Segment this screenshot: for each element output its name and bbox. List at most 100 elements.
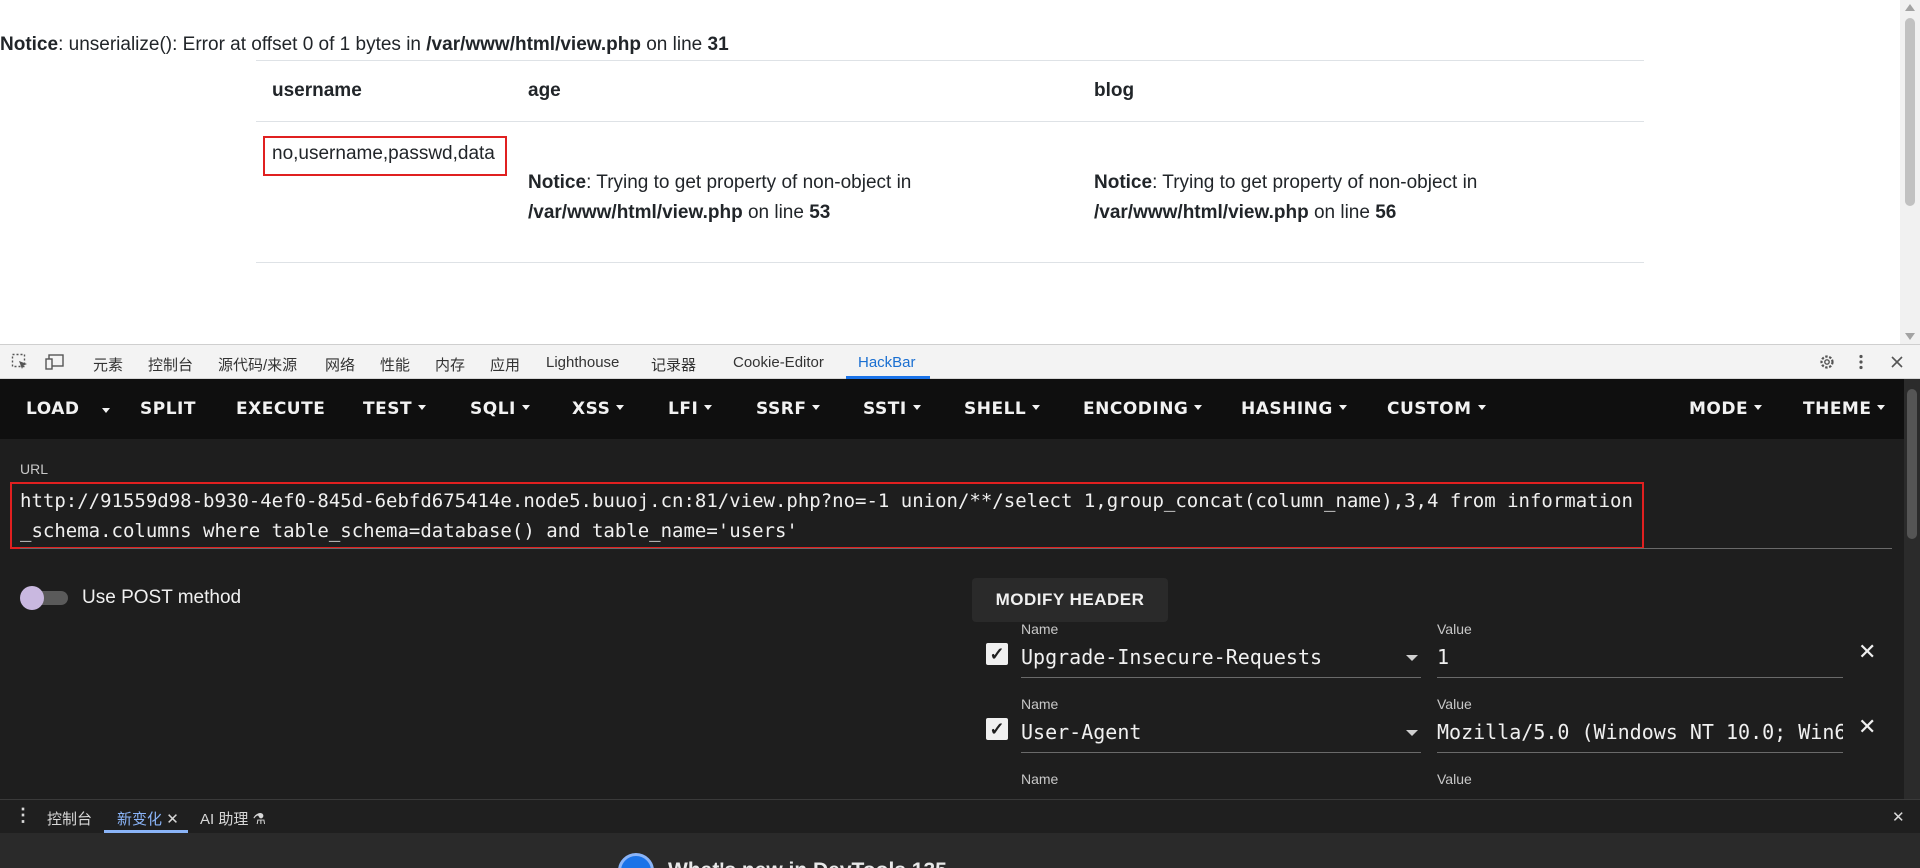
header-name-label: Name xyxy=(1021,621,1059,637)
chevron-down-icon xyxy=(1877,404,1886,410)
age-cell: Notice: Trying to get property of non-ob… xyxy=(528,168,1008,228)
header-row: ✓ Name Upgrade-Insecure-Requests Value 1… xyxy=(0,621,1920,699)
drawer-tab-ai-assistant[interactable]: AI 助理 ⚗ xyxy=(200,808,266,829)
header-name-label: Name xyxy=(1021,696,1059,712)
tab-application[interactable]: 应用 xyxy=(490,354,520,375)
top-notice: Notice: unserialize(): Error at offset 0… xyxy=(0,34,729,56)
chevron-down-icon[interactable] xyxy=(1406,655,1418,661)
theme-menu[interactable]: THEME xyxy=(1803,399,1886,419)
drawer-tab-console[interactable]: 控制台 xyxy=(47,808,92,829)
tab-console[interactable]: 控制台 xyxy=(148,354,193,375)
tab-lighthouse[interactable]: Lighthouse xyxy=(546,354,619,371)
tab-hackbar[interactable]: HackBar xyxy=(858,354,916,371)
age-notice-path: /var/www/html/view.php xyxy=(528,202,743,223)
inspect-element-icon[interactable] xyxy=(11,353,29,371)
tab-network[interactable]: 网络 xyxy=(325,354,355,375)
settings-gear-icon[interactable] xyxy=(1818,353,1836,371)
modify-header-button[interactable]: MODIFY HEADER xyxy=(972,578,1168,622)
close-drawer-icon[interactable]: ✕ xyxy=(1892,808,1905,826)
load-button[interactable]: LOAD xyxy=(26,399,80,419)
ssti-menu[interactable]: SSTI xyxy=(863,399,921,419)
close-tab-icon[interactable]: ✕ xyxy=(166,811,179,828)
test-menu[interactable]: TEST xyxy=(363,399,427,419)
url-input-underline xyxy=(20,548,1892,549)
chevron-down-icon[interactable] xyxy=(1406,730,1418,736)
chevron-down-icon xyxy=(912,404,921,410)
execute-button[interactable]: EXECUTE xyxy=(236,399,325,419)
tab-performance[interactable]: 性能 xyxy=(380,354,410,375)
page-scrollbar[interactable] xyxy=(1900,0,1920,344)
more-options-icon[interactable] xyxy=(1852,353,1870,371)
tab-memory[interactable]: 内存 xyxy=(435,354,465,375)
xss-menu[interactable]: XSS xyxy=(572,399,625,419)
remove-header-close-icon[interactable]: ✕ xyxy=(1858,714,1876,740)
header-username: username xyxy=(272,80,362,101)
test-menu-label: TEST xyxy=(363,399,413,419)
header-value-input[interactable]: 1 xyxy=(1437,645,1843,669)
header-name-input[interactable]: Upgrade-Insecure-Requests xyxy=(1021,645,1421,669)
chevron-down-icon xyxy=(521,404,530,410)
scroll-down-icon[interactable] xyxy=(1905,333,1915,340)
table-top-border xyxy=(256,60,1644,61)
blog-notice-on-line: on line xyxy=(1308,202,1376,223)
custom-menu[interactable]: CUSTOM xyxy=(1387,399,1486,419)
hackbar-scroll-thumb[interactable] xyxy=(1907,389,1917,539)
shell-menu[interactable]: SHELL xyxy=(964,399,1041,419)
encoding-menu[interactable]: ENCODING xyxy=(1083,399,1203,419)
chevron-down-icon xyxy=(1032,404,1041,410)
blog-notice-path: /var/www/html/view.php xyxy=(1094,202,1309,223)
split-button[interactable]: SPLIT xyxy=(140,399,196,419)
toggle-knob xyxy=(20,586,44,610)
chevron-down-icon xyxy=(1194,404,1203,410)
tab-elements[interactable]: 元素 xyxy=(93,354,123,375)
drawer-tab-whats-new[interactable]: 新变化 ✕ xyxy=(117,808,179,829)
load-dropdown-icon[interactable] xyxy=(102,408,110,413)
header-value-label: Value xyxy=(1437,621,1472,637)
remove-header-close-icon[interactable]: ✕ xyxy=(1858,639,1876,665)
drawer-menu-icon[interactable]: ⋮ xyxy=(14,805,32,826)
age-notice-line: 53 xyxy=(809,202,831,223)
notice-path: /var/www/html/view.php xyxy=(426,34,641,55)
chevron-down-icon xyxy=(1477,404,1486,410)
age-notice-on-line: on line xyxy=(742,202,810,223)
url-input[interactable]: http://91559d98-b930-4ef0-845d-6ebfd6754… xyxy=(20,486,1640,546)
sqli-menu[interactable]: SQLI xyxy=(470,399,530,419)
lfi-menu[interactable]: LFI xyxy=(668,399,713,419)
chevron-down-icon xyxy=(616,404,625,410)
close-devtools-icon[interactable] xyxy=(1888,353,1906,371)
chevron-down-icon xyxy=(1754,404,1763,410)
theme-menu-label: THEME xyxy=(1803,399,1872,419)
header-name-input[interactable]: User-Agent xyxy=(1021,720,1421,744)
age-notice-label: Notice xyxy=(528,172,587,193)
tab-sources[interactable]: 源代码/来源 xyxy=(218,354,297,375)
mode-menu[interactable]: MODE xyxy=(1689,399,1763,419)
encoding-menu-label: ENCODING xyxy=(1083,399,1189,419)
ssrf-menu[interactable]: SSRF xyxy=(756,399,821,419)
tab-cookie-editor[interactable]: Cookie-Editor xyxy=(733,354,824,371)
ssrf-menu-label: SSRF xyxy=(756,399,807,419)
ssti-menu-label: SSTI xyxy=(863,399,907,419)
hashing-menu-label: HASHING xyxy=(1241,399,1333,419)
header-row: Name Value xyxy=(0,771,1920,799)
header-value-input[interactable]: Mozilla/5.0 (Windows NT 10.0; Win64; x64… xyxy=(1437,720,1843,744)
post-method-label: Use POST method xyxy=(82,587,242,608)
post-method-toggle[interactable] xyxy=(20,586,68,610)
device-toolbar-icon[interactable] xyxy=(45,353,64,371)
notice-message: : unserialize(): Error at offset 0 of 1 … xyxy=(58,34,427,55)
hashing-menu[interactable]: HASHING xyxy=(1241,399,1347,419)
notice-label: Notice xyxy=(0,34,59,55)
hackbar-panel: LOAD SPLIT EXECUTE TEST SQLI XSS LFI SSR… xyxy=(0,379,1920,799)
page-scroll-thumb[interactable] xyxy=(1905,18,1915,206)
header-enabled-checkbox[interactable]: ✓ xyxy=(986,643,1008,665)
tab-recorder[interactable]: 记录器 xyxy=(651,354,696,375)
table-header-border xyxy=(256,121,1644,122)
hackbar-scrollbar[interactable] xyxy=(1904,379,1920,799)
custom-menu-label: CUSTOM xyxy=(1387,399,1472,419)
header-name-label: Name xyxy=(1021,771,1059,787)
xss-menu-label: XSS xyxy=(572,399,611,419)
blog-cell: Notice: Trying to get property of non-ob… xyxy=(1094,168,1594,228)
scroll-up-icon[interactable] xyxy=(1905,4,1915,11)
header-enabled-checkbox[interactable]: ✓ xyxy=(986,718,1008,740)
header-name-underline xyxy=(1021,677,1421,678)
blog-notice-message: : Trying to get property of non-object i… xyxy=(1152,172,1478,193)
